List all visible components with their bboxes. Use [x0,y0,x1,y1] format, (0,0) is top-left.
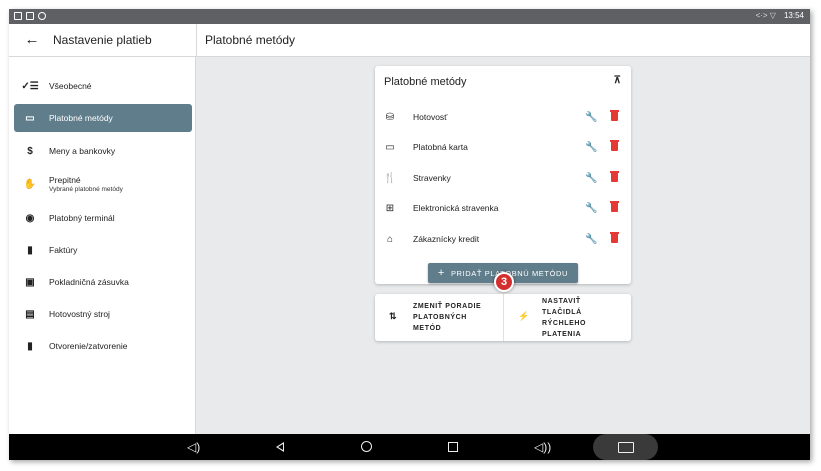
wrench-icon[interactable]: 🔧 [585,112,597,123]
quick-label-line: RÝCHLEHO [542,320,587,327]
payment-method-name: Hotovosť [413,112,448,122]
payment-method-name: Zákaznícky kredit [413,234,480,244]
payment-method-row: ▭ Platobná karta 🔧 [375,135,631,159]
quick-label-line: TLAČIDLÁ [542,309,582,316]
reorder-methods-button[interactable]: ⇅ ZMENIŤ PORADIE PLATOBNÝCH METÓD [375,294,503,341]
sidebar-item-vseobecne[interactable]: ✓☰ Všeobecné [14,72,192,100]
sidebar-item-label: Pokladničná zásuvka [49,277,129,287]
payment-method-name: Stravenky [413,173,451,183]
actions-card: ⇅ ZMENIŤ PORADIE PLATOBNÝCH METÓD ⚡ NAST… [375,294,631,341]
home-icon[interactable] [361,441,372,452]
sidebar-item-label: Platobný terminál [49,213,115,223]
trash-icon[interactable] [610,171,619,182]
sidebar-item-meny-a-bankovky[interactable]: $ Meny a bankovky [14,137,192,165]
quick-label-line: PLATENIA [542,331,582,338]
coins-icon: ⛁ [385,111,395,123]
page-title: Platobné metódy [205,33,296,47]
checklist-icon: ✓☰ [21,80,39,92]
volume-up-icon[interactable]: ◁)) [534,438,551,456]
dollar-icon: $ [27,145,33,157]
contactless-icon: ◉ [25,212,35,224]
status-notification-icons [14,12,46,20]
payment-method-row: ⛁ Hotovosť 🔧 [375,105,631,129]
sidebar-item-label: Otvorenie/zatvorenie [49,341,128,351]
credit-card-icon: ▭ [385,141,395,153]
reorder-label-line: ZMENIŤ PORADIE [413,303,482,310]
back-icon[interactable] [276,442,284,452]
status-right: <·> ▽ 13:54 [756,11,804,20]
quick-label-line: NASTAVIŤ [542,298,581,305]
payment-method-name: Elektronická stravenka [413,203,499,213]
screenshot-icon[interactable] [618,442,634,453]
cash-machine-icon: ▤ [25,308,35,320]
payment-method-row: ⌂ Zákaznícky kredit 🔧 [375,227,631,251]
quick-pay-buttons-button[interactable]: ⚡ NASTAVIŤ TLAČIDLÁ RÝCHLEHO PLATENIA [504,294,632,341]
quick-pay-label: NASTAVIŤ TLAČIDLÁ RÝCHLEHO PLATENIA [542,296,586,340]
collapse-vertical-icon[interactable]: ⊼ [614,75,621,86]
door-icon: ▮ [27,340,33,352]
drawer-icon: ▣ [25,276,35,288]
electronic-voucher-icon: ⊞ [385,202,395,214]
sidebar-item-sublabel: Vybrané platobné metódy [49,186,123,193]
system-nav-bar: ◁) ◁)) [9,434,810,460]
trash-icon[interactable] [610,201,619,212]
sidebar-item-label: Platobné metódy [49,113,113,123]
wrench-icon[interactable]: 🔧 [585,173,597,184]
clock: 13:54 [783,11,804,20]
notification-image-icon [26,12,34,20]
swap-vertical-icon: ⇅ [389,311,397,321]
arrow-left-icon[interactable]: ← [23,31,41,49]
header-divider [196,24,197,57]
sidebar-item-label: Meny a bankovky [49,146,116,156]
wrench-icon[interactable]: 🔧 [585,203,597,214]
reorder-label-line: METÓD [413,325,442,332]
payment-methods-card: Platobné metódy ⊼ ⛁ Hotovosť 🔧 ▭ Platobn… [375,66,631,284]
payment-method-row: ⊞ Elektronická stravenka 🔧 [375,196,631,220]
payment-method-name: Platobná karta [413,142,468,152]
lightning-icon: ⚡ [518,311,530,321]
reorder-methods-label: ZMENIŤ PORADIE PLATOBNÝCH METÓD [413,301,481,334]
trash-icon[interactable] [610,140,619,151]
sidebar-item-text: Prepitné Vybrané platobné metódy [49,175,123,193]
volume-down-icon[interactable]: ◁) [187,438,200,456]
sidebar-item-hotovostny-stroj[interactable]: ▤ Hotovostný stroj [14,300,192,328]
tip-hand-icon: ✋ [23,178,37,190]
wrench-icon[interactable]: 🔧 [585,142,597,153]
settings-title: Nastavenie platieb [53,33,152,47]
card-title: Platobné metódy [384,76,467,88]
sidebar-item-platobne-metody[interactable]: ▭ Platobné metódy [14,104,192,132]
tag-icon: ⌂ [386,233,394,245]
payment-method-row: 🍴 Stravenky 🔧 [375,166,631,190]
notification-account-icon [38,12,46,20]
status-bar: <·> ▽ 13:54 [9,9,810,24]
sidebar-item-label: Faktúry [49,245,78,255]
step-badge: 3 [494,272,514,292]
app-bar: ← Nastavenie platieb Platobné metódy [9,24,810,57]
sidebar-item-otvorenie-zatvorenie[interactable]: ▮ Otvorenie/zatvorenie [14,332,192,360]
trash-icon[interactable] [610,110,619,121]
recents-icon[interactable] [448,442,458,452]
sidebar-item-pokladnicna-zasuvka[interactable]: ▣ Pokladničná zásuvka [14,268,192,296]
sidebar: ✓☰ Všeobecné ▭ Platobné metódy $ Meny a … [9,57,196,434]
signal-icon: <·> ▽ [755,11,776,20]
sidebar-item-label: Prepitné [49,175,81,185]
sidebar-item-faktury[interactable]: ▮ Faktúry [14,236,192,264]
app-window: <·> ▽ 13:54 ← Nastavenie platieb Platobn… [9,9,810,460]
cutlery-icon: 🍴 [383,172,397,184]
sidebar-item-prepitne[interactable]: ✋ Prepitné Vybrané platobné metódy [14,170,192,198]
sidebar-item-label: Všeobecné [49,81,92,91]
sidebar-item-platobny-terminal[interactable]: ◉ Platobný terminál [14,204,192,232]
sidebar-item-label: Hotovostný stroj [49,309,110,319]
wrench-icon[interactable]: 🔧 [585,234,597,245]
reorder-label-line: PLATOBNÝCH [413,314,467,321]
notification-app-icon [14,12,22,20]
document-icon: ▮ [27,244,33,256]
plus-icon: + [437,267,445,279]
card-icon: ▭ [25,112,35,124]
trash-icon[interactable] [610,232,619,243]
